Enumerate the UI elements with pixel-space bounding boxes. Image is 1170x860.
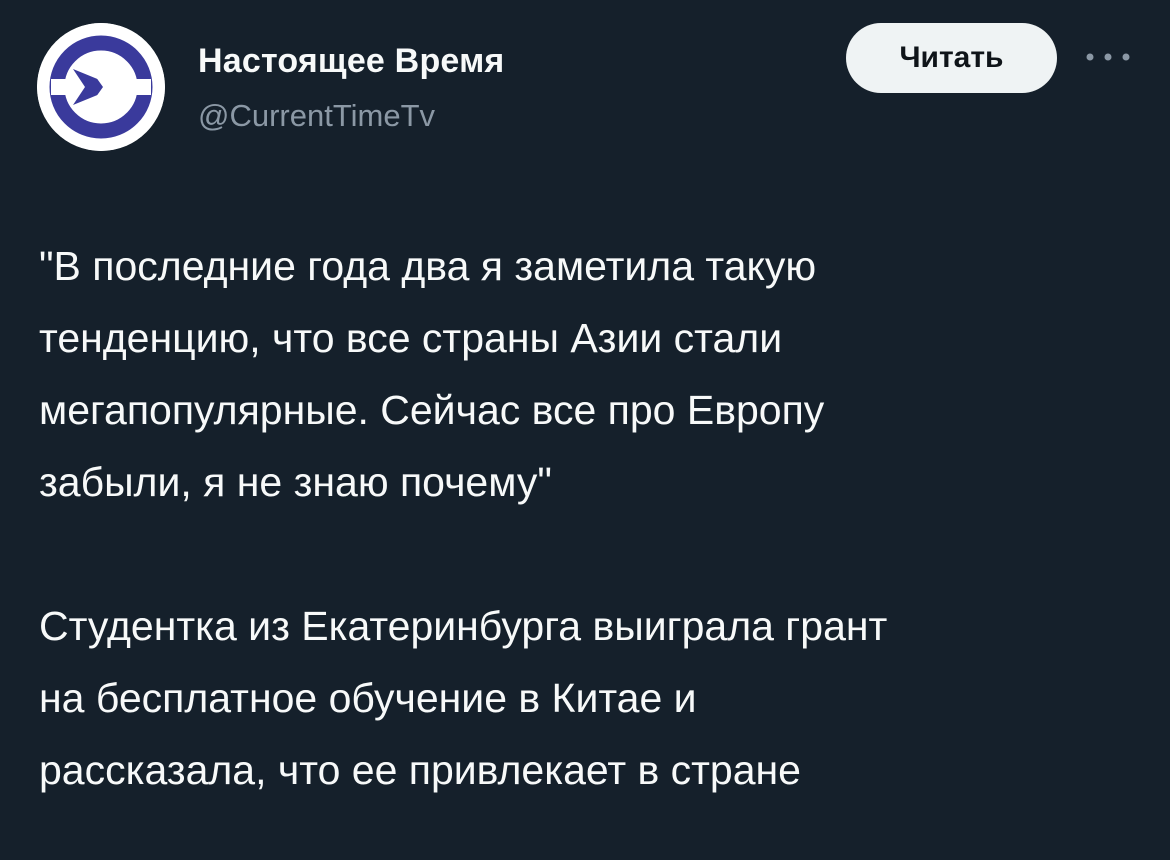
tweet-text-line: забыли, я не знаю почему" — [39, 459, 552, 505]
tweet-text-line: на бесплатное обучение в Китае и — [39, 675, 697, 721]
display-name[interactable]: Настоящее Время — [198, 42, 504, 81]
tweet-text-line: Студентка из Екатеринбурга выиграла гран… — [39, 603, 888, 649]
tweet-card: Настоящее Время @CurrentTimeTv Читать "В… — [0, 0, 1170, 860]
account-handle[interactable]: @CurrentTimeTv — [198, 98, 435, 134]
current-time-logo-icon — [37, 23, 165, 151]
tweet-text-line: тенденцию, что все страны Азии стали — [39, 315, 783, 361]
tweet-text-line: рассказала, что ее привлекает в стране — [39, 747, 801, 793]
avatar[interactable] — [37, 23, 165, 151]
tweet-text-line: "В последние года два я заметила такую — [39, 243, 817, 289]
more-dots-icon — [1086, 53, 1130, 61]
tweet-text: "В последние года два я заметила такую т… — [39, 230, 1149, 806]
tweet-text-line: мегапопулярные. Сейчас все про Европу — [39, 387, 825, 433]
more-options-button[interactable] — [1082, 42, 1134, 72]
follow-button[interactable]: Читать — [846, 23, 1057, 93]
